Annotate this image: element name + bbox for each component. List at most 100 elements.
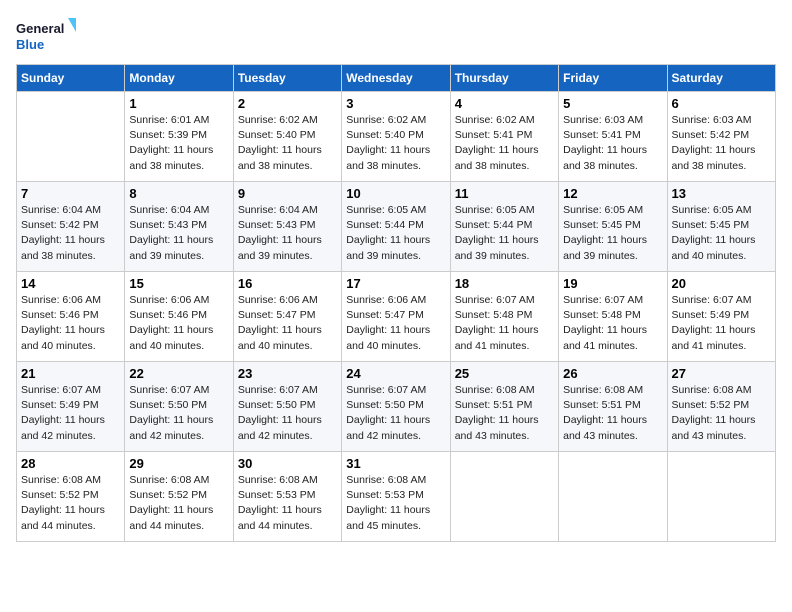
day-info: Sunrise: 6:05 AMSunset: 5:45 PMDaylight:…	[672, 203, 771, 264]
day-info: Sunrise: 6:06 AMSunset: 5:46 PMDaylight:…	[21, 293, 120, 354]
day-info: Sunrise: 6:07 AMSunset: 5:50 PMDaylight:…	[129, 383, 228, 444]
day-info: Sunrise: 6:06 AMSunset: 5:47 PMDaylight:…	[346, 293, 445, 354]
day-number: 7	[21, 186, 120, 201]
day-number: 30	[238, 456, 337, 471]
day-info: Sunrise: 6:04 AMSunset: 5:42 PMDaylight:…	[21, 203, 120, 264]
day-info: Sunrise: 6:03 AMSunset: 5:41 PMDaylight:…	[563, 113, 662, 174]
day-info: Sunrise: 6:07 AMSunset: 5:50 PMDaylight:…	[238, 383, 337, 444]
calendar-cell: 14 Sunrise: 6:06 AMSunset: 5:46 PMDayligh…	[17, 272, 125, 362]
day-number: 23	[238, 366, 337, 381]
calendar-cell: 28 Sunrise: 6:08 AMSunset: 5:52 PMDayligh…	[17, 452, 125, 542]
calendar-cell: 26 Sunrise: 6:08 AMSunset: 5:51 PMDayligh…	[559, 362, 667, 452]
day-info: Sunrise: 6:08 AMSunset: 5:52 PMDaylight:…	[672, 383, 771, 444]
day-info: Sunrise: 6:08 AMSunset: 5:53 PMDaylight:…	[346, 473, 445, 534]
calendar-cell	[17, 92, 125, 182]
day-info: Sunrise: 6:04 AMSunset: 5:43 PMDaylight:…	[129, 203, 228, 264]
calendar-week-4: 21 Sunrise: 6:07 AMSunset: 5:49 PMDayligh…	[17, 362, 776, 452]
svg-text:General: General	[16, 21, 64, 36]
day-info: Sunrise: 6:07 AMSunset: 5:48 PMDaylight:…	[455, 293, 554, 354]
day-info: Sunrise: 6:03 AMSunset: 5:42 PMDaylight:…	[672, 113, 771, 174]
day-number: 21	[21, 366, 120, 381]
header-wednesday: Wednesday	[342, 65, 450, 92]
day-number: 22	[129, 366, 228, 381]
logo: General Blue	[16, 16, 76, 56]
calendar-cell: 27Sunrise: 6:08 AMSunset: 5:52 PMDayligh…	[667, 362, 775, 452]
calendar-cell	[559, 452, 667, 542]
calendar-cell: 15 Sunrise: 6:06 AMSunset: 5:46 PMDayligh…	[125, 272, 233, 362]
day-info: Sunrise: 6:06 AMSunset: 5:46 PMDaylight:…	[129, 293, 228, 354]
header-monday: Monday	[125, 65, 233, 92]
day-number: 13	[672, 186, 771, 201]
day-info: Sunrise: 6:08 AMSunset: 5:51 PMDaylight:…	[563, 383, 662, 444]
calendar-table: SundayMondayTuesdayWednesdayThursdayFrid…	[16, 64, 776, 542]
day-info: Sunrise: 6:02 AMSunset: 5:40 PMDaylight:…	[346, 113, 445, 174]
header-friday: Friday	[559, 65, 667, 92]
day-info: Sunrise: 6:06 AMSunset: 5:47 PMDaylight:…	[238, 293, 337, 354]
day-number: 29	[129, 456, 228, 471]
day-number: 11	[455, 186, 554, 201]
day-info: Sunrise: 6:04 AMSunset: 5:43 PMDaylight:…	[238, 203, 337, 264]
calendar-cell: 24 Sunrise: 6:07 AMSunset: 5:50 PMDayligh…	[342, 362, 450, 452]
day-info: Sunrise: 6:08 AMSunset: 5:53 PMDaylight:…	[238, 473, 337, 534]
day-info: Sunrise: 6:05 AMSunset: 5:44 PMDaylight:…	[455, 203, 554, 264]
day-number: 26	[563, 366, 662, 381]
day-number: 4	[455, 96, 554, 111]
calendar-cell: 13 Sunrise: 6:05 AMSunset: 5:45 PMDayligh…	[667, 182, 775, 272]
calendar-cell: 23 Sunrise: 6:07 AMSunset: 5:50 PMDayligh…	[233, 362, 341, 452]
calendar-cell: 9 Sunrise: 6:04 AMSunset: 5:43 PMDaylight…	[233, 182, 341, 272]
day-info: Sunrise: 6:07 AMSunset: 5:49 PMDaylight:…	[21, 383, 120, 444]
day-number: 16	[238, 276, 337, 291]
calendar-cell: 20 Sunrise: 6:07 AMSunset: 5:49 PMDayligh…	[667, 272, 775, 362]
header-sunday: Sunday	[17, 65, 125, 92]
calendar-cell: 1Sunrise: 6:01 AMSunset: 5:39 PMDaylight…	[125, 92, 233, 182]
calendar-cell: 10Sunrise: 6:05 AMSunset: 5:44 PMDayligh…	[342, 182, 450, 272]
calendar-cell: 2 Sunrise: 6:02 AMSunset: 5:40 PMDaylight…	[233, 92, 341, 182]
calendar-cell: 11 Sunrise: 6:05 AMSunset: 5:44 PMDayligh…	[450, 182, 558, 272]
header-tuesday: Tuesday	[233, 65, 341, 92]
day-number: 5	[563, 96, 662, 111]
day-number: 14	[21, 276, 120, 291]
day-number: 28	[21, 456, 120, 471]
day-number: 19	[563, 276, 662, 291]
calendar-week-2: 7 Sunrise: 6:04 AMSunset: 5:42 PMDaylight…	[17, 182, 776, 272]
calendar-cell: 30 Sunrise: 6:08 AMSunset: 5:53 PMDayligh…	[233, 452, 341, 542]
calendar-cell: 19Sunrise: 6:07 AMSunset: 5:48 PMDayligh…	[559, 272, 667, 362]
calendar-cell: 21 Sunrise: 6:07 AMSunset: 5:49 PMDayligh…	[17, 362, 125, 452]
header-thursday: Thursday	[450, 65, 558, 92]
calendar-cell: 5 Sunrise: 6:03 AMSunset: 5:41 PMDaylight…	[559, 92, 667, 182]
calendar-cell	[667, 452, 775, 542]
day-info: Sunrise: 6:02 AMSunset: 5:41 PMDaylight:…	[455, 113, 554, 174]
day-info: Sunrise: 6:07 AMSunset: 5:49 PMDaylight:…	[672, 293, 771, 354]
calendar-cell: 18Sunrise: 6:07 AMSunset: 5:48 PMDayligh…	[450, 272, 558, 362]
day-number: 9	[238, 186, 337, 201]
day-number: 24	[346, 366, 445, 381]
svg-text:Blue: Blue	[16, 37, 44, 52]
calendar-header-row: SundayMondayTuesdayWednesdayThursdayFrid…	[17, 65, 776, 92]
day-number: 10	[346, 186, 445, 201]
calendar-week-5: 28 Sunrise: 6:08 AMSunset: 5:52 PMDayligh…	[17, 452, 776, 542]
calendar-cell: 6 Sunrise: 6:03 AMSunset: 5:42 PMDaylight…	[667, 92, 775, 182]
calendar-cell: 25Sunrise: 6:08 AMSunset: 5:51 PMDayligh…	[450, 362, 558, 452]
day-number: 1	[129, 96, 228, 111]
day-info: Sunrise: 6:02 AMSunset: 5:40 PMDaylight:…	[238, 113, 337, 174]
calendar-cell: 17 Sunrise: 6:06 AMSunset: 5:47 PMDayligh…	[342, 272, 450, 362]
calendar-cell: 8 Sunrise: 6:04 AMSunset: 5:43 PMDaylight…	[125, 182, 233, 272]
day-number: 15	[129, 276, 228, 291]
day-number: 12	[563, 186, 662, 201]
day-number: 20	[672, 276, 771, 291]
day-info: Sunrise: 6:08 AMSunset: 5:52 PMDaylight:…	[21, 473, 120, 534]
day-number: 2	[238, 96, 337, 111]
calendar-cell: 31 Sunrise: 6:08 AMSunset: 5:53 PMDayligh…	[342, 452, 450, 542]
page-header: General Blue	[16, 16, 776, 56]
day-info: Sunrise: 6:05 AMSunset: 5:45 PMDaylight:…	[563, 203, 662, 264]
calendar-cell: 4 Sunrise: 6:02 AMSunset: 5:41 PMDaylight…	[450, 92, 558, 182]
day-number: 17	[346, 276, 445, 291]
day-info: Sunrise: 6:07 AMSunset: 5:50 PMDaylight:…	[346, 383, 445, 444]
calendar-cell: 3 Sunrise: 6:02 AMSunset: 5:40 PMDaylight…	[342, 92, 450, 182]
day-number: 31	[346, 456, 445, 471]
calendar-cell: 16 Sunrise: 6:06 AMSunset: 5:47 PMDayligh…	[233, 272, 341, 362]
day-number: 3	[346, 96, 445, 111]
day-number: 6	[672, 96, 771, 111]
day-number: 8	[129, 186, 228, 201]
calendar-week-3: 14 Sunrise: 6:06 AMSunset: 5:46 PMDayligh…	[17, 272, 776, 362]
